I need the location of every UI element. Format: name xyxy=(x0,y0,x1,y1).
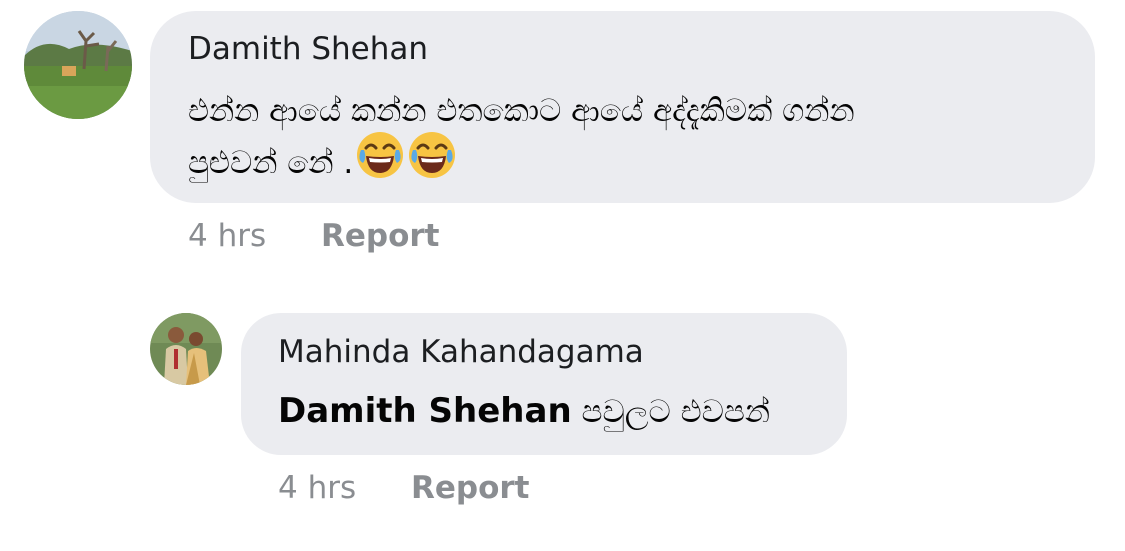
reply-timestamp[interactable]: 4 hrs xyxy=(278,470,356,506)
reply-author[interactable]: Mahinda Kahandagama xyxy=(278,334,644,370)
report-button[interactable]: Report xyxy=(321,218,440,254)
laughing-tears-emoji-icon xyxy=(355,130,405,199)
reply-text-line: Damith Shehan පවුලට එවපන් xyxy=(278,382,770,441)
landscape-photo-icon xyxy=(24,11,132,119)
comment-text: එන්න ආයේ කන්න එතකොට ආයේ අද්දැකිමක් ගන්න xyxy=(188,93,855,129)
reply-text: පවුලට එවපන් xyxy=(581,394,771,430)
comment-text-line: පුළුවන් නේ . xyxy=(188,130,457,199)
comment-author[interactable]: Damith Shehan xyxy=(188,31,428,67)
laughing-tears-emoji-icon xyxy=(407,130,457,199)
comment-timestamp[interactable]: 4 hrs xyxy=(188,218,266,254)
avatar[interactable] xyxy=(24,11,132,119)
comment-text: පුළුවන් නේ . xyxy=(188,145,354,181)
report-button[interactable]: Report xyxy=(411,470,530,506)
avatar[interactable] xyxy=(150,313,222,385)
people-photo-icon xyxy=(150,313,222,385)
mention-link[interactable]: Damith Shehan xyxy=(278,391,572,431)
